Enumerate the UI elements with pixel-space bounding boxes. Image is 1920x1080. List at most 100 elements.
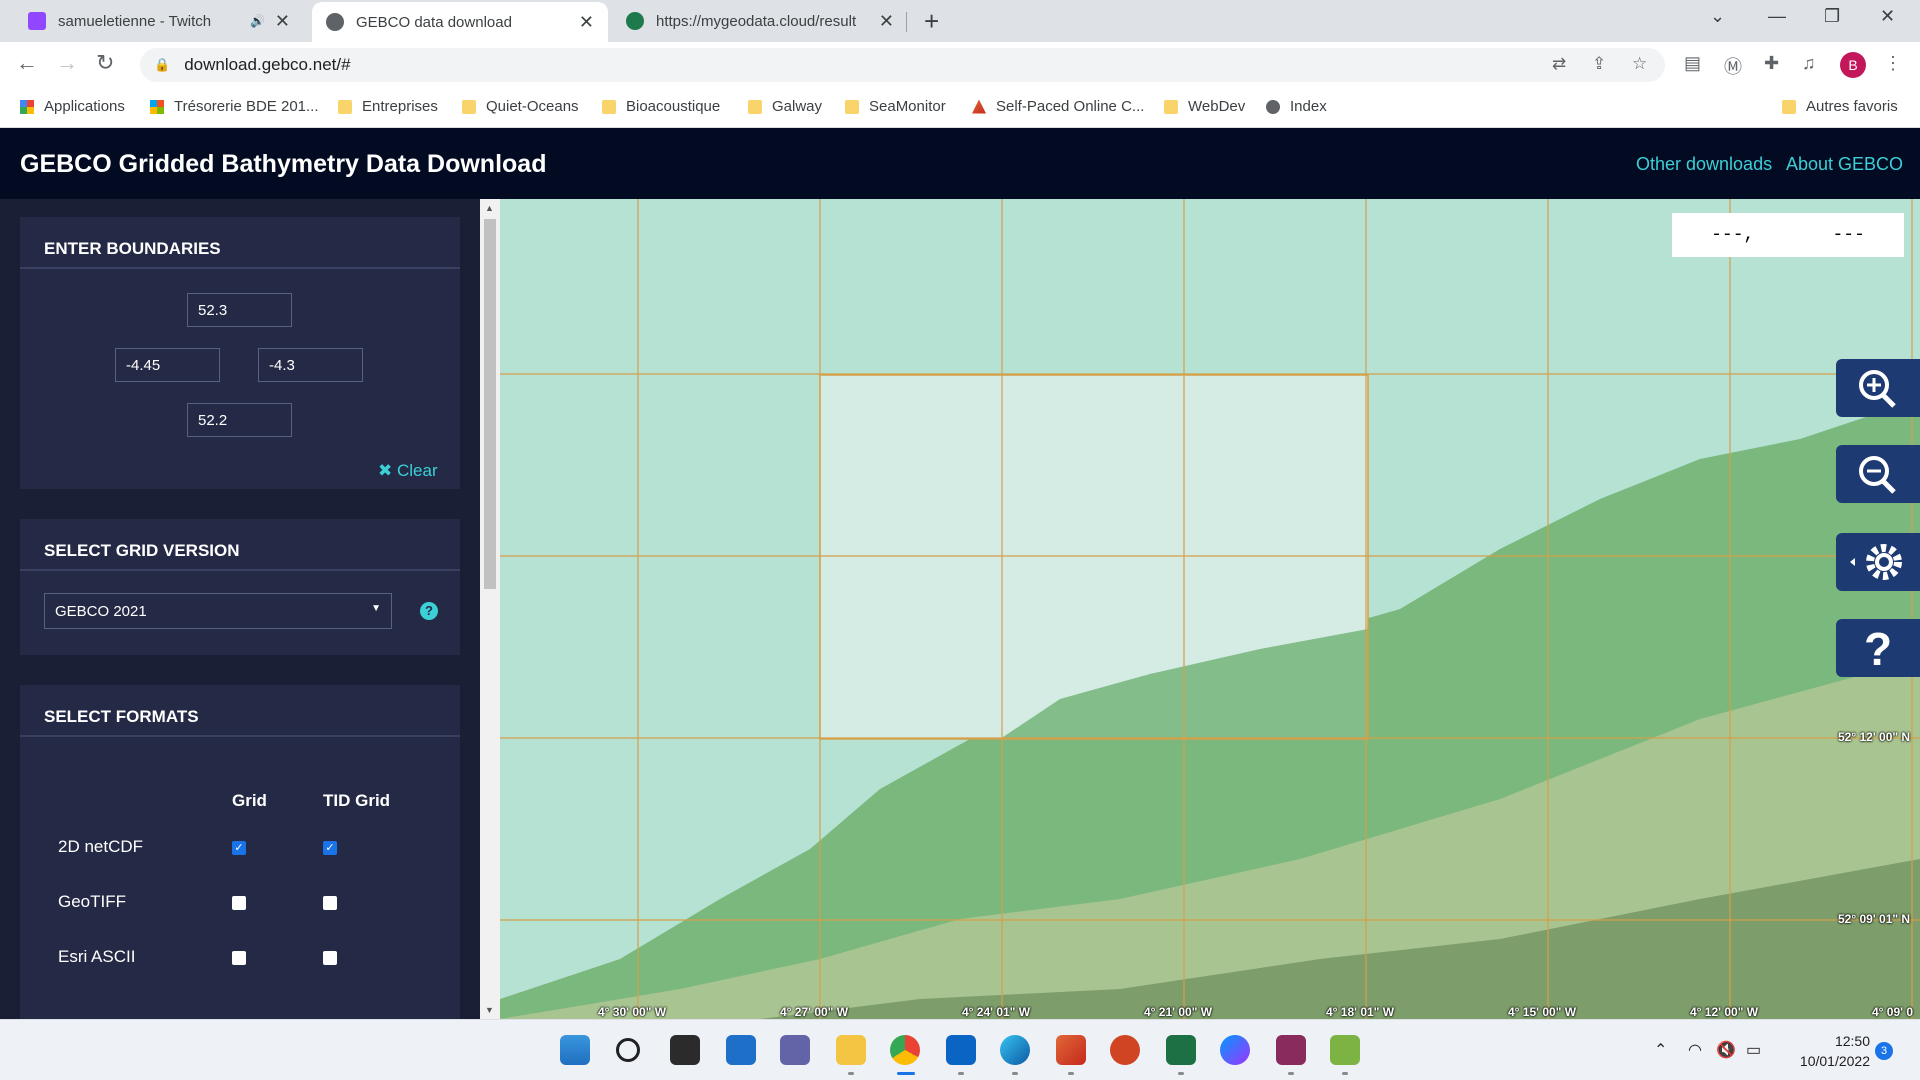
bookmark-self-paced[interactable]: Self-Paced Online C...: [972, 98, 1144, 115]
bookmark-label: Applications: [44, 98, 125, 115]
teams-chat-icon[interactable]: [780, 1035, 810, 1065]
bookmarks-bar: Applications Trésorerie BDE 201... Entre…: [0, 88, 1920, 128]
matlab-icon[interactable]: [1056, 1035, 1086, 1065]
boundaries-panel: ENTER BOUNDARIES 52.3 -4.45 -4.3 52.2 ✖ …: [20, 217, 460, 489]
tab-mygeodata[interactable]: https://mygeodata.cloud/result ✕: [612, 0, 908, 42]
zoom-out-button[interactable]: [1836, 445, 1920, 503]
scrollbar-thumb[interactable]: [484, 219, 496, 589]
svg-text:?: ?: [1864, 623, 1892, 675]
battery-icon[interactable]: ▭: [1746, 1040, 1761, 1060]
grid-version-panel: SELECT GRID VERSION GEBCO 2021 ▼ ?: [20, 519, 460, 655]
maximize-button[interactable]: ❐: [1824, 6, 1840, 27]
share-icon[interactable]: ⇪: [1592, 54, 1606, 74]
zoom-in-button[interactable]: [1836, 359, 1920, 417]
about-gebco-link[interactable]: About GEBCO: [1786, 154, 1903, 175]
scroll-down-icon[interactable]: ▼: [485, 1005, 494, 1015]
mail-icon[interactable]: [946, 1035, 976, 1065]
tab-twitch[interactable]: samueletienne - Twitch 🔊 ✕: [14, 0, 304, 42]
close-tab-icon[interactable]: ✕: [275, 11, 290, 32]
windows-taskbar: ⌃ ◠ 🔇 ▭ 12:50 10/01/2022 3: [0, 1019, 1920, 1080]
menu-icon[interactable]: ⋮: [1884, 53, 1902, 74]
profile-avatar[interactable]: B: [1840, 52, 1866, 78]
geotiff-grid-checkbox[interactable]: [232, 896, 246, 910]
netcdf-grid-checkbox[interactable]: ✓: [232, 841, 246, 855]
bookmark-index[interactable]: Index: [1266, 98, 1327, 115]
tab-search-icon[interactable]: ⌄: [1710, 6, 1725, 27]
minimize-button[interactable]: —: [1768, 6, 1786, 27]
esri-grid-checkbox[interactable]: [232, 951, 246, 965]
search-icon[interactable]: [616, 1038, 640, 1062]
extension-m-icon[interactable]: Ⓜ: [1724, 53, 1742, 79]
bookmark-star-icon[interactable]: ☆: [1632, 54, 1647, 74]
west-input[interactable]: -4.45: [115, 348, 220, 382]
scroll-up-icon[interactable]: ▲: [485, 203, 494, 213]
formats-heading: SELECT FORMATS: [20, 685, 460, 737]
east-input[interactable]: -4.3: [258, 348, 363, 382]
other-bookmarks[interactable]: Autres favoris: [1782, 98, 1898, 115]
speaker-icon[interactable]: 🔊: [250, 14, 265, 28]
tab-gebco[interactable]: GEBCO data download ✕: [312, 2, 608, 42]
close-tab-icon[interactable]: ✕: [579, 12, 594, 33]
bookmark-seamonitor[interactable]: SeaMonitor: [845, 98, 946, 115]
bookmark-label: Index: [1290, 98, 1327, 115]
messenger-icon[interactable]: [1220, 1035, 1250, 1065]
south-input[interactable]: 52.2: [187, 403, 292, 437]
powerpoint-icon[interactable]: [1110, 1035, 1140, 1065]
netcdf-tid-checkbox[interactable]: ✓: [323, 841, 337, 855]
longitude-label: 4° 18' 01" W: [1326, 1005, 1395, 1019]
gear-icon: [1850, 544, 1902, 580]
image-app-icon[interactable]: [1330, 1035, 1360, 1065]
bookmark-applications[interactable]: Applications: [20, 98, 125, 115]
excel-icon[interactable]: [1166, 1035, 1196, 1065]
lock-icon[interactable]: 🔒: [154, 57, 170, 73]
reload-button[interactable]: ↻: [96, 50, 114, 76]
microsoft-icon: [150, 99, 164, 114]
matlab-icon: [972, 99, 986, 114]
back-button[interactable]: ←: [16, 50, 38, 76]
close-tab-icon[interactable]: ✕: [879, 11, 894, 32]
north-input[interactable]: 52.3: [187, 293, 292, 327]
reading-icon[interactable]: ▤: [1684, 53, 1701, 74]
esri-tid-checkbox[interactable]: [323, 951, 337, 965]
bookmark-tresorerie[interactable]: Trésorerie BDE 201...: [150, 98, 319, 115]
address-bar[interactable]: 🔒 download.gebco.net/#: [140, 48, 1665, 82]
new-tab-button[interactable]: +: [924, 6, 939, 37]
map-canvas[interactable]: [500, 199, 1920, 1019]
chrome-icon[interactable]: [890, 1035, 920, 1065]
geotiff-tid-checkbox[interactable]: [323, 896, 337, 910]
winrar-icon[interactable]: [1276, 1035, 1306, 1065]
settings-button[interactable]: [1836, 533, 1920, 591]
close-window-button[interactable]: ✕: [1880, 6, 1895, 27]
edge-icon[interactable]: [1000, 1035, 1030, 1065]
other-downloads-link[interactable]: Other downloads: [1636, 154, 1772, 175]
bookmark-quiet-oceans[interactable]: Quiet-Oceans: [462, 98, 579, 115]
bookmark-label: Self-Paced Online C...: [996, 98, 1145, 115]
volume-muted-icon[interactable]: 🔇: [1716, 1040, 1736, 1060]
browser-toolbar: ← → ↻ 🔒 download.gebco.net/# ⇄ ⇪ ☆ ▤ Ⓜ ✚…: [0, 42, 1920, 88]
grid-version-select[interactable]: GEBCO 2021 ▼: [44, 593, 392, 629]
bookmark-entreprises[interactable]: Entreprises: [338, 98, 438, 115]
system-clock[interactable]: 12:50 10/01/2022: [1780, 1031, 1870, 1071]
task-view-icon[interactable]: [670, 1035, 700, 1065]
file-explorer-icon[interactable]: [836, 1035, 866, 1065]
bathymetry-map[interactable]: ---, --- ? 52° 12' 00" N 52° 09' 01" N 4…: [500, 199, 1920, 1019]
longitude-readout: ---: [1832, 225, 1865, 245]
bookmark-webdev[interactable]: WebDev: [1164, 98, 1245, 115]
chevron-up-icon[interactable]: ⌃: [1654, 1040, 1667, 1060]
media-control-icon[interactable]: ♫: [1802, 53, 1816, 74]
translate-icon[interactable]: ⇄: [1552, 54, 1566, 74]
page-title: GEBCO Gridded Bathymetry Data Download: [20, 150, 547, 178]
clear-button[interactable]: ✖ Clear: [378, 461, 438, 481]
extensions-icon[interactable]: ✚: [1764, 53, 1779, 74]
help-icon[interactable]: ?: [420, 602, 438, 620]
wifi-icon[interactable]: ◠: [1688, 1040, 1702, 1060]
notification-badge[interactable]: 3: [1875, 1042, 1893, 1060]
forward-button[interactable]: →: [56, 50, 78, 76]
widgets-icon[interactable]: [726, 1035, 756, 1065]
sidebar-scrollbar[interactable]: ▲ ▼: [480, 199, 500, 1019]
bookmark-bioacoustique[interactable]: Bioacoustique: [602, 98, 720, 115]
latitude-label: 52° 12' 00" N: [1838, 730, 1911, 744]
help-button[interactable]: ?: [1836, 619, 1920, 677]
bookmark-galway[interactable]: Galway: [748, 98, 822, 115]
start-icon[interactable]: [560, 1035, 590, 1065]
